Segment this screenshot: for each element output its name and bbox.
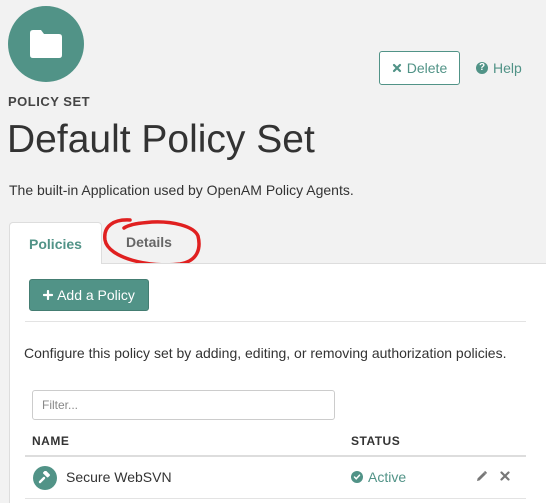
policy-set-avatar [8, 6, 84, 82]
close-icon [392, 63, 401, 73]
delete-button[interactable]: Delete [379, 51, 460, 85]
tab-policies[interactable]: Policies [9, 222, 102, 264]
divider [25, 321, 526, 322]
column-header-status: STATUS [351, 434, 401, 448]
policy-icon [33, 466, 57, 490]
policy-name-link[interactable]: Secure WebSVN [66, 469, 172, 485]
question-circle-icon: ? [476, 62, 488, 74]
status-badge: Active [351, 469, 406, 485]
delete-row-icon[interactable] [499, 470, 511, 482]
status-text: Active [368, 469, 407, 485]
tab-policies-label: Policies [29, 235, 82, 252]
page-title: Default Policy Set [7, 118, 315, 161]
add-policy-button[interactable]: Add a Policy [29, 279, 149, 311]
add-policy-label: Add a Policy [57, 287, 135, 303]
page-kicker: POLICY SET [8, 94, 91, 109]
help-button-label: Help [493, 60, 522, 76]
column-header-name: NAME [32, 434, 70, 448]
row-divider [25, 498, 526, 499]
panel-description: Configure this policy set by adding, edi… [24, 345, 507, 361]
folder-icon [30, 30, 62, 58]
plus-icon [43, 290, 54, 300]
delete-button-label: Delete [406, 60, 448, 76]
page-subtitle: The built-in Application used by OpenAM … [9, 182, 354, 198]
gavel-icon [38, 471, 50, 484]
help-button[interactable]: ? Help [476, 51, 522, 85]
table-header-divider [25, 455, 526, 457]
filter-input[interactable] [32, 390, 335, 420]
edit-pencil-icon[interactable] [475, 470, 488, 483]
check-circle-icon [351, 471, 363, 483]
